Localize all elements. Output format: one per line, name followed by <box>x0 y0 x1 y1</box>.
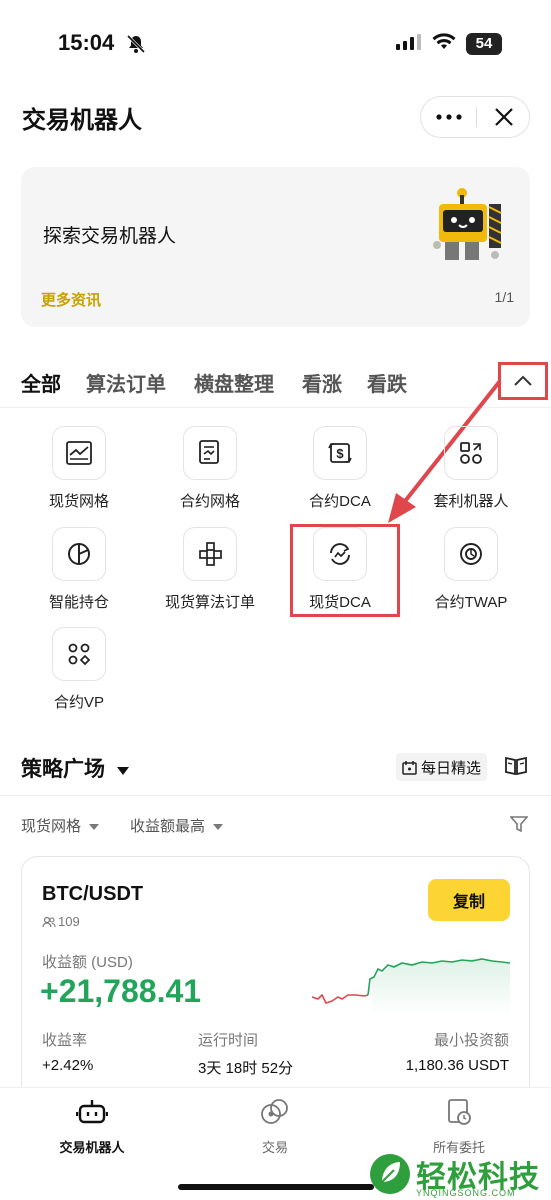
min-invest-label: 最小投资额 <box>433 1032 509 1049</box>
dollar-cycle-icon: $ <box>313 426 367 480</box>
filter-strategy-type[interactable]: 现货网格 <box>21 815 100 836</box>
daily-picks-button[interactable]: 每日精选 <box>396 753 488 781</box>
rate-value: +2.42% <box>42 1057 94 1074</box>
section-divider <box>0 795 551 796</box>
bot-label: 合约TWAP <box>434 594 508 611</box>
explore-banner[interactable]: 探索交易机器人 更多资讯 1/1 <box>21 167 530 327</box>
trade-icon <box>261 1099 288 1124</box>
nav-label: 交易 <box>261 1140 288 1155</box>
robot-illustration-icon <box>431 187 511 272</box>
page-title: 交易机器人 <box>22 107 142 134</box>
nav-trade[interactable]: 交易 <box>220 1098 330 1156</box>
signal-icon <box>396 34 422 55</box>
caret-down-icon <box>89 824 100 831</box>
arbitrage-icon <box>444 426 498 480</box>
banner-pager: 1/1 <box>494 289 514 305</box>
bot-label: 套利机器人 <box>433 493 509 510</box>
leaf-logo-icon <box>370 1154 410 1194</box>
more-info-link[interactable]: 更多资讯 <box>41 289 101 310</box>
wifi-icon <box>432 33 456 56</box>
users-count-value: 109 <box>58 914 80 929</box>
filter-sort[interactable]: 收益额最高 <box>130 815 224 836</box>
more-dots-icon <box>435 114 462 120</box>
runtime-value: 3天 18时 52分 <box>198 1060 294 1077</box>
copy-button[interactable]: 复制 <box>428 879 510 921</box>
trading-pair: BTC/USDT <box>42 883 144 905</box>
page-header: 交易机器人 <box>0 92 551 140</box>
pie-chart-icon <box>52 527 106 581</box>
bot-label: 现货算法订单 <box>164 594 255 611</box>
annotation-highlight-box <box>290 524 400 617</box>
bot-label: 合约DCA <box>309 493 371 510</box>
profit-sparkline <box>312 958 511 1015</box>
bot-spot-grid[interactable]: 现货网格 <box>16 426 142 526</box>
bot-futures-twap[interactable]: 合约TWAP <box>408 527 534 627</box>
close-button[interactable] <box>477 97 531 137</box>
rate-label: 收益率 <box>42 1032 88 1049</box>
copy-users-count: 109 <box>42 914 80 929</box>
algo-blocks-icon <box>183 527 237 581</box>
more-button[interactable] <box>421 97 476 137</box>
watermark-subtext: YNQINGSONG.COM <box>416 1188 516 1198</box>
bot-label: 合约网格 <box>179 493 240 510</box>
robot-icon <box>75 1100 109 1124</box>
nav-trading-bots[interactable]: 交易机器人 <box>37 1098 147 1156</box>
tab-bullish[interactable]: 看涨 <box>302 368 342 397</box>
banner-title: 探索交易机器人 <box>43 226 177 247</box>
tab-algo-orders[interactable]: 算法订单 <box>86 368 166 397</box>
close-icon <box>495 108 513 126</box>
calendar-icon <box>402 760 417 775</box>
vp-icon <box>52 627 106 681</box>
home-indicator <box>178 1184 374 1190</box>
runtime-label: 运行时间 <box>198 1032 259 1049</box>
strategy-plaza-title[interactable]: 策略广场 <box>21 753 105 783</box>
document-chart-icon <box>183 426 237 480</box>
orders-icon <box>448 1099 471 1125</box>
grid-chart-icon <box>52 426 106 480</box>
bot-label: 现货网格 <box>48 493 109 510</box>
status-time: 15:04 <box>58 30 115 55</box>
watermark: 轻松科技 YNQINGSONG.COM <box>368 1152 540 1198</box>
bot-futures-grid[interactable]: 合约网格 <box>147 426 273 526</box>
nav-label: 交易机器人 <box>59 1140 125 1155</box>
min-invest-value: 1,180.36 USDT <box>405 1057 509 1074</box>
svg-text:$: $ <box>336 446 344 461</box>
users-icon <box>42 916 56 927</box>
nav-all-orders[interactable]: 所有委托 <box>404 1098 514 1156</box>
tab-all[interactable]: 全部 <box>21 368 61 397</box>
filter-strategy-type-label: 现货网格 <box>21 818 82 835</box>
bot-label: 合约VP <box>53 694 104 711</box>
caret-down-icon <box>213 824 224 831</box>
profit-label: 收益额 (USD) <box>42 954 133 971</box>
bot-spot-algo-order[interactable]: 现货算法订单 <box>147 527 273 627</box>
twap-icon <box>444 527 498 581</box>
caret-down-icon[interactable] <box>117 762 129 780</box>
bot-label: 智能持仓 <box>48 594 109 611</box>
filter-funnel-icon[interactable] <box>509 815 529 838</box>
miniapp-capsule <box>420 96 530 138</box>
bot-arbitrage[interactable]: 套利机器人 <box>408 426 534 526</box>
chevron-up-icon <box>514 375 532 386</box>
bot-smart-position[interactable]: 智能持仓 <box>16 527 142 627</box>
daily-picks-label: 每日精选 <box>421 759 482 777</box>
status-bar: 15:04 54 <box>0 0 551 80</box>
filter-sort-label: 收益额最高 <box>130 818 206 835</box>
mute-bell-icon <box>126 34 146 59</box>
strategy-card[interactable]: BTC/USDT 109 复制 收益额 (USD) +21,788.41 收益率… <box>21 856 530 1116</box>
profit-value: +21,788.41 <box>40 973 202 1009</box>
battery-indicator: 54 <box>466 33 502 55</box>
tab-sideways[interactable]: 横盘整理 <box>194 368 274 397</box>
bot-futures-dca[interactable]: $ 合约DCA <box>277 426 403 526</box>
bot-futures-vp[interactable]: 合约VP <box>16 627 142 727</box>
book-icon[interactable] <box>505 756 527 781</box>
